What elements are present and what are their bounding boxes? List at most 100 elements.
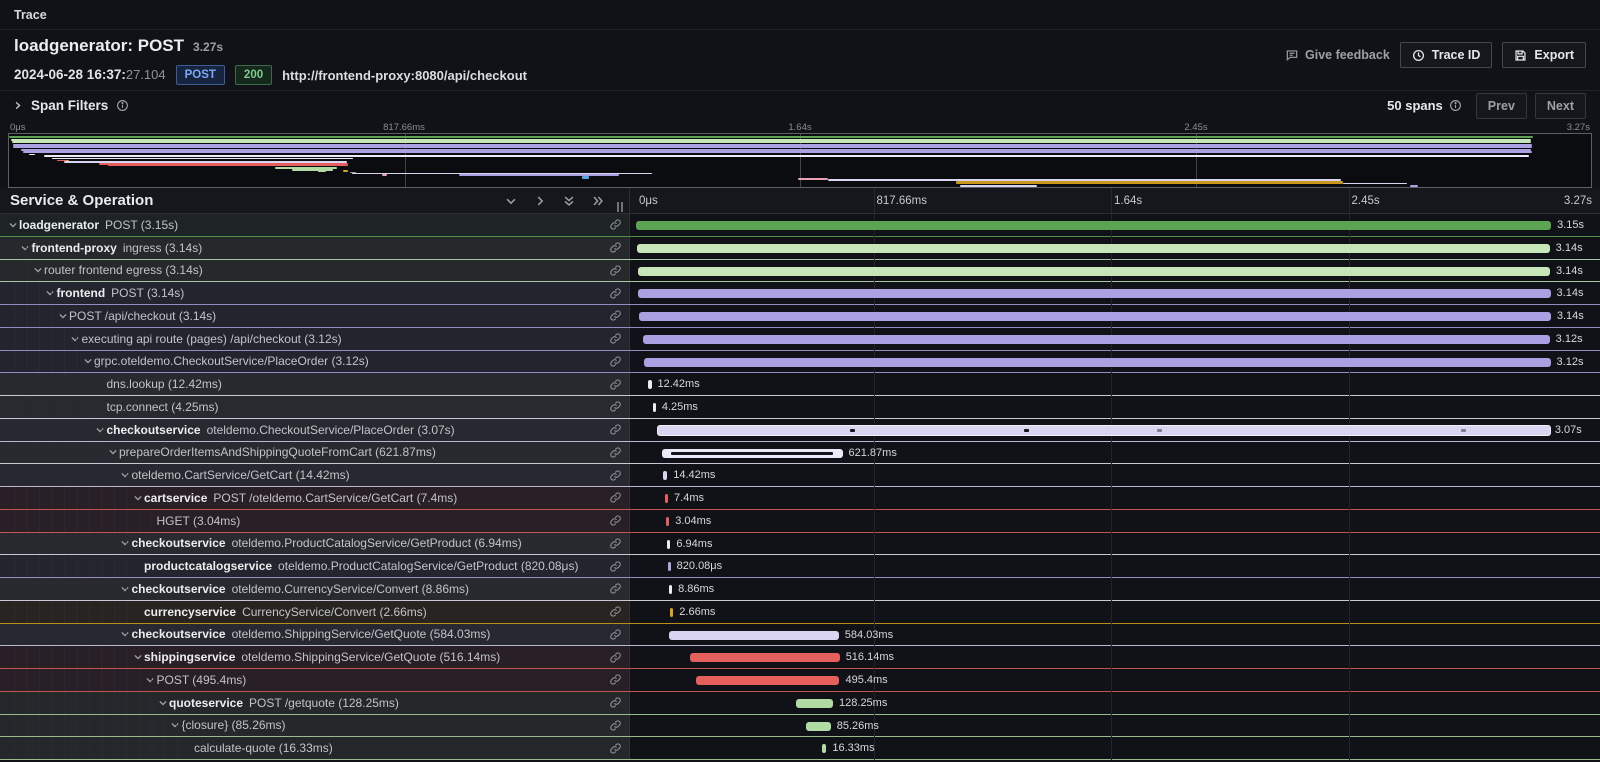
collapse-chevron-icon[interactable]	[56, 311, 69, 321]
span-link-icon[interactable]	[603, 582, 629, 595]
span-name-cell[interactable]: dns.lookup (12.42ms)	[0, 373, 630, 395]
collapse-chevron-icon[interactable]	[44, 288, 57, 298]
span-timeline-cell[interactable]: 3.12s	[630, 351, 1600, 373]
expand-one-icon[interactable]	[533, 194, 547, 208]
span-timeline-cell[interactable]: 820.08μs	[630, 555, 1600, 577]
next-button[interactable]: Next	[1535, 93, 1586, 119]
span-row[interactable]: tcp.connect (4.25ms)4.25ms	[0, 396, 1600, 419]
span-timeline-cell[interactable]: 7.4ms	[630, 487, 1600, 509]
span-bar[interactable]	[668, 562, 671, 571]
span-bar[interactable]	[796, 699, 833, 708]
collapse-chevron-icon[interactable]	[106, 447, 119, 457]
span-name-cell[interactable]: frontend-proxyingress (3.14s)	[0, 237, 630, 259]
span-link-icon[interactable]	[603, 264, 629, 277]
expand-all-icon[interactable]	[591, 194, 605, 208]
span-row[interactable]: HGET (3.04ms)3.04ms	[0, 510, 1600, 533]
export-button[interactable]: Export	[1502, 42, 1586, 68]
span-name-cell[interactable]: HGET (3.04ms)	[0, 510, 630, 532]
prev-button[interactable]: Prev	[1476, 93, 1527, 119]
span-timeline-cell[interactable]: 3.04ms	[630, 510, 1600, 532]
span-name-cell[interactable]: checkoutserviceoteldemo.ProductCatalogSe…	[0, 533, 630, 555]
span-bar[interactable]	[696, 676, 840, 685]
span-link-icon[interactable]	[603, 287, 629, 300]
info-icon[interactable]	[1449, 99, 1462, 112]
span-row[interactable]: POST /api/checkout (3.14s)3.14s	[0, 305, 1600, 328]
span-link-icon[interactable]	[603, 446, 629, 459]
span-row[interactable]: {closure} (85.26ms)85.26ms	[0, 715, 1600, 738]
span-name-cell[interactable]: POST /api/checkout (3.14s)	[0, 305, 630, 327]
collapse-one-icon[interactable]	[504, 194, 518, 208]
collapse-chevron-icon[interactable]	[131, 493, 144, 503]
span-row[interactable]: oteldemo.CartService/GetCart (14.42ms)14…	[0, 464, 1600, 487]
span-timeline-cell[interactable]: 3.07s	[630, 419, 1600, 441]
collapse-chevron-icon[interactable]	[119, 629, 132, 639]
span-name-cell[interactable]: grpc.oteldemo.CheckoutService/PlaceOrder…	[0, 351, 630, 373]
span-link-icon[interactable]	[603, 719, 629, 732]
span-bar[interactable]	[636, 221, 1551, 230]
span-bar[interactable]	[690, 653, 840, 662]
span-bar[interactable]	[644, 358, 1550, 367]
span-bar[interactable]	[663, 471, 667, 480]
span-name-cell[interactable]: shippingserviceoteldemo.ShippingService/…	[0, 646, 630, 668]
span-name-cell[interactable]: tcp.connect (4.25ms)	[0, 396, 630, 418]
collapse-chevron-icon[interactable]	[6, 220, 19, 230]
collapse-chevron-icon[interactable]	[94, 425, 107, 435]
span-row[interactable]: grpc.oteldemo.CheckoutService/PlaceOrder…	[0, 351, 1600, 374]
span-row[interactable]: dns.lookup (12.42ms)12.42ms	[0, 373, 1600, 396]
span-link-icon[interactable]	[603, 400, 629, 413]
span-row[interactable]: productcatalogserviceoteldemo.ProductCat…	[0, 555, 1600, 578]
span-row[interactable]: shippingserviceoteldemo.ShippingService/…	[0, 646, 1600, 669]
span-row[interactable]: executing api route (pages) /api/checkou…	[0, 328, 1600, 351]
span-timeline-cell[interactable]: 3.12s	[630, 328, 1600, 350]
span-name-cell[interactable]: checkoutserviceoteldemo.CurrencyService/…	[0, 578, 630, 600]
minimap-canvas[interactable]	[8, 133, 1592, 188]
span-timeline-cell[interactable]: 2.66ms	[630, 601, 1600, 623]
trace-id-button[interactable]: Trace ID	[1400, 42, 1493, 68]
collapse-chevron-icon[interactable]	[156, 698, 169, 708]
span-timeline-cell[interactable]: 12.42ms	[630, 373, 1600, 395]
span-name-cell[interactable]: POST (495.4ms)	[0, 669, 630, 691]
span-timeline-cell[interactable]: 8.86ms	[630, 578, 1600, 600]
span-row[interactable]: POST (495.4ms)495.4ms	[0, 669, 1600, 692]
span-name-cell[interactable]: router frontend egress (3.14s)	[0, 260, 630, 282]
span-row[interactable]: cartservicePOST /oteldemo.CartService/Ge…	[0, 487, 1600, 510]
span-link-icon[interactable]	[603, 537, 629, 550]
span-row[interactable]: checkoutserviceoteldemo.CurrencyService/…	[0, 578, 1600, 601]
span-timeline-cell[interactable]: 3.14s	[630, 237, 1600, 259]
span-bar[interactable]	[822, 744, 827, 753]
span-row[interactable]: prepareOrderItemsAndShippingQuoteFromCar…	[0, 442, 1600, 465]
span-bar[interactable]	[662, 449, 843, 458]
span-bar[interactable]	[638, 289, 1550, 298]
span-link-icon[interactable]	[603, 560, 629, 573]
span-name-cell[interactable]: calculate-quote (16.33ms)	[0, 737, 630, 759]
collapse-chevron-icon[interactable]	[19, 243, 32, 253]
span-name-cell[interactable]: prepareOrderItemsAndShippingQuoteFromCar…	[0, 442, 630, 464]
span-bar[interactable]	[638, 267, 1550, 276]
span-bar[interactable]	[637, 244, 1549, 253]
span-bar[interactable]	[666, 517, 669, 526]
span-link-icon[interactable]	[603, 355, 629, 368]
collapse-chevron-icon[interactable]	[119, 470, 132, 480]
span-filters-toggle[interactable]: Span Filters	[12, 98, 129, 113]
span-timeline-cell[interactable]: 14.42ms	[630, 464, 1600, 486]
span-link-icon[interactable]	[603, 651, 629, 664]
span-link-icon[interactable]	[603, 628, 629, 641]
give-feedback-button[interactable]: Give feedback	[1285, 42, 1390, 68]
span-name-cell[interactable]: quoteservicePOST /getquote (128.25ms)	[0, 692, 630, 714]
span-link-icon[interactable]	[603, 514, 629, 527]
span-name-cell[interactable]: cartservicePOST /oteldemo.CartService/Ge…	[0, 487, 630, 509]
span-timeline-cell[interactable]: 6.94ms	[630, 533, 1600, 555]
span-link-icon[interactable]	[603, 332, 629, 345]
span-timeline-cell[interactable]: 3.15s	[630, 214, 1600, 236]
span-timeline-cell[interactable]: 85.26ms	[630, 715, 1600, 737]
span-row[interactable]: quoteservicePOST /getquote (128.25ms)128…	[0, 692, 1600, 715]
span-bar[interactable]	[806, 722, 831, 731]
span-name-cell[interactable]: {closure} (85.26ms)	[0, 715, 630, 737]
span-row[interactable]: router frontend egress (3.14s)3.14s	[0, 260, 1600, 283]
span-bar[interactable]	[665, 494, 668, 503]
span-bar[interactable]	[643, 335, 1549, 344]
collapse-chevron-icon[interactable]	[169, 720, 182, 730]
span-row[interactable]: frontend-proxyingress (3.14s)3.14s	[0, 237, 1600, 260]
span-timeline-cell[interactable]: 584.03ms	[630, 624, 1600, 646]
span-link-icon[interactable]	[603, 218, 629, 231]
